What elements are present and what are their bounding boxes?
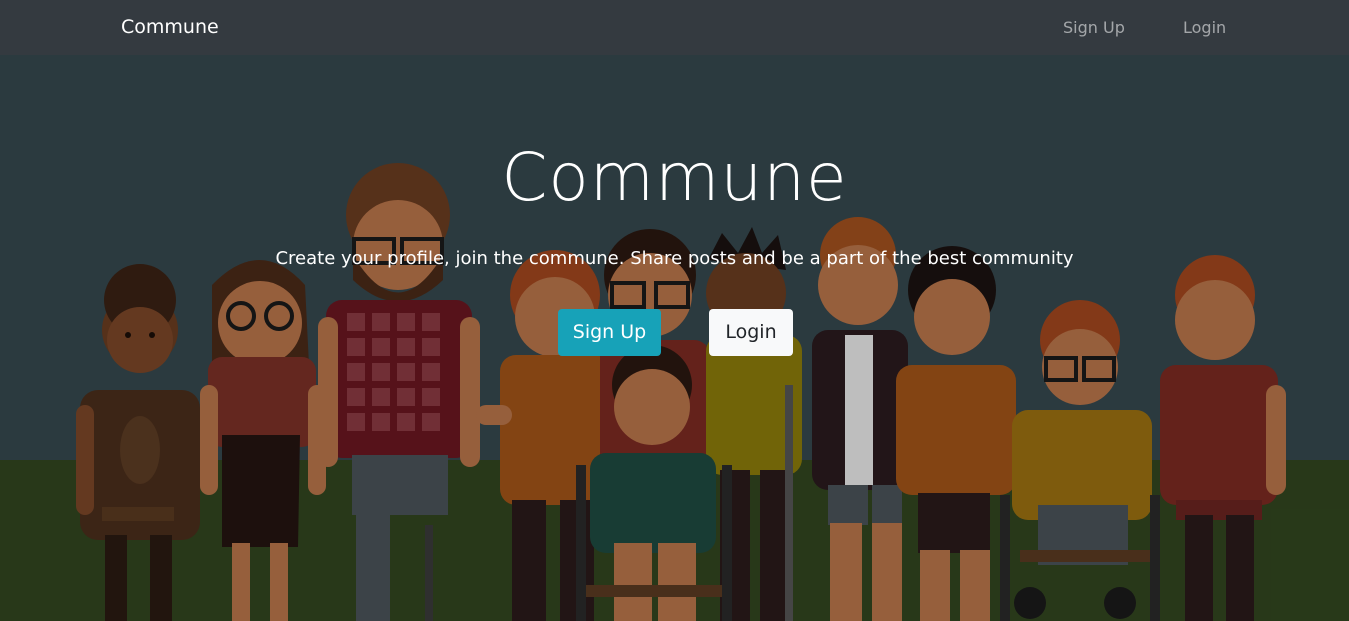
login-button[interactable]: Login (709, 309, 793, 356)
signup-button[interactable]: Sign Up (558, 309, 661, 356)
hero-title: Commune (501, 139, 848, 216)
nav-signup-link[interactable]: Sign Up (1063, 18, 1125, 37)
landing-hero: Commune Create your profile, join the co… (0, 55, 1349, 621)
hero-lead: Create your profile, join the commune. S… (275, 248, 1074, 269)
navbar: Commune Sign Up Login (0, 0, 1349, 55)
nav-login-link[interactable]: Login (1183, 18, 1226, 37)
brand-logo-link[interactable]: Commune (121, 16, 219, 38)
